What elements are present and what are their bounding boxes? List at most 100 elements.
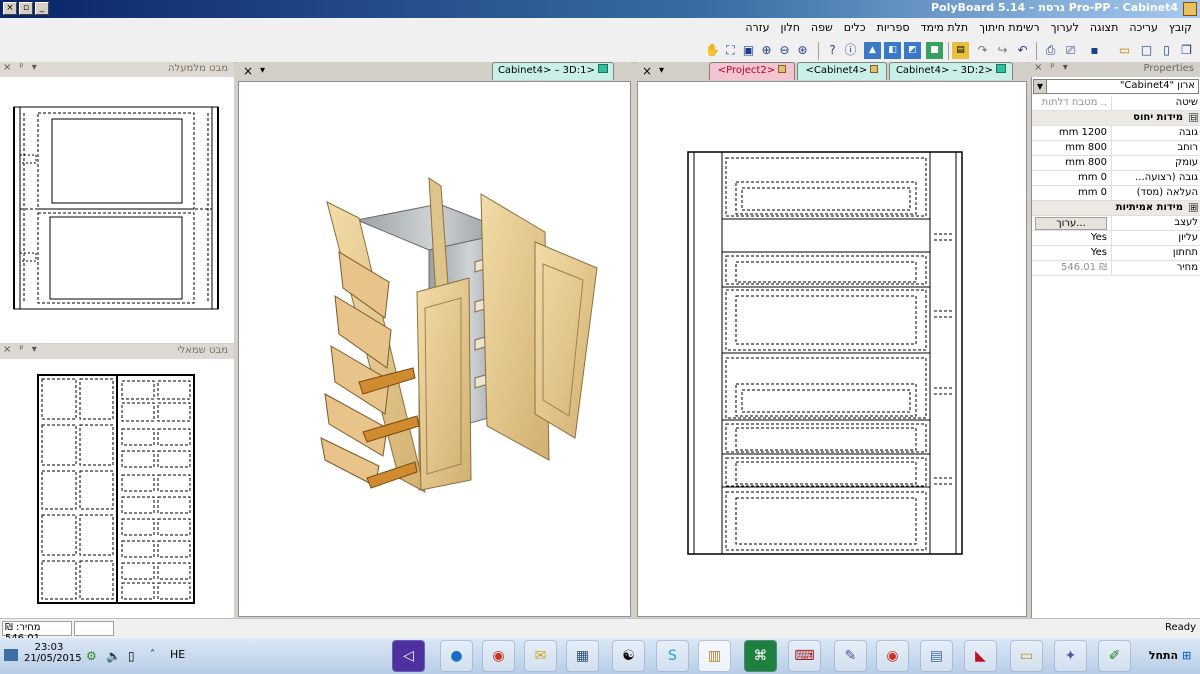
material-icon[interactable]: ▲ bbox=[864, 42, 881, 59]
new-icon[interactable]: □ bbox=[1138, 42, 1155, 59]
property-row[interactable]: גובה mm 1200 bbox=[1032, 126, 1200, 141]
property-value[interactable]: mm 800 bbox=[1035, 157, 1107, 168]
property-value[interactable]: mm 0 bbox=[1035, 187, 1107, 198]
red-app-icon[interactable]: ◣ bbox=[964, 640, 997, 672]
property-row[interactable]: העלאה (מסד) mm 0 bbox=[1032, 186, 1200, 201]
skype-icon[interactable]: S bbox=[656, 640, 689, 672]
show-desktop-icon[interactable] bbox=[4, 649, 18, 661]
new-page-icon[interactable]: ▯ bbox=[1158, 42, 1175, 59]
start-button[interactable]: התחל ⊞ bbox=[1142, 642, 1198, 670]
calculator-icon[interactable]: ▤ bbox=[920, 640, 953, 672]
tab-cabinet4[interactable]: <Cabinet4> bbox=[797, 62, 887, 80]
save-icon[interactable]: ▪ bbox=[1086, 42, 1103, 59]
polyboard-icon[interactable]: ▥ bbox=[698, 640, 731, 672]
volume-icon[interactable]: 🔈 bbox=[106, 649, 121, 663]
menu-cutting-list[interactable]: רשימת חיתוך bbox=[979, 21, 1039, 34]
redo-arrow-icon[interactable]: ↪ bbox=[994, 42, 1011, 59]
print-icon[interactable]: ⎚ bbox=[1062, 42, 1079, 59]
undo-icon[interactable]: ↶ bbox=[1014, 42, 1031, 59]
editor-icon[interactable]: ✐ bbox=[1098, 640, 1131, 672]
property-row[interactable]: רוחב mm 800 bbox=[1032, 141, 1200, 156]
chevron-down-icon[interactable]: ▼ bbox=[1034, 80, 1047, 93]
green-app-icon[interactable]: ⌘ bbox=[744, 640, 777, 672]
keyboard-icon[interactable]: ⌨ bbox=[788, 640, 821, 672]
left-view-canvas[interactable] bbox=[0, 359, 234, 618]
pen-tool-icon[interactable]: ✎ bbox=[834, 640, 867, 672]
chevron-down-icon[interactable]: ▾ bbox=[260, 65, 265, 76]
messenger-icon[interactable]: ● bbox=[440, 640, 473, 672]
language-indicator[interactable]: HE bbox=[170, 648, 185, 661]
info-icon[interactable]: ⓘ bbox=[842, 42, 859, 59]
expand-icon[interactable]: ⊞ bbox=[1189, 203, 1198, 212]
visual-studio-icon[interactable]: ◁ bbox=[392, 640, 425, 672]
top-view-canvas[interactable] bbox=[0, 77, 234, 343]
front-view-canvas[interactable] bbox=[637, 81, 1027, 617]
network-manager-icon[interactable]: ▦ bbox=[566, 640, 599, 672]
restore-window-button[interactable]: ▫ bbox=[19, 2, 33, 15]
property-value[interactable]: mm 1200 bbox=[1035, 127, 1107, 138]
chevron-down-icon[interactable]: ▾ bbox=[1063, 62, 1068, 73]
menu-3d[interactable]: תלת מימד bbox=[921, 21, 969, 34]
collapse-icon[interactable]: ⊟ bbox=[1189, 113, 1198, 122]
properties-icon[interactable]: ▤ bbox=[952, 42, 969, 59]
menu-language[interactable]: שפה bbox=[811, 21, 833, 34]
property-row[interactable]: גובה (רצועה... mm 0 bbox=[1032, 171, 1200, 186]
property-row[interactable]: תחתון Yes bbox=[1032, 246, 1200, 261]
zoom-out-icon[interactable]: ⊖ bbox=[776, 42, 793, 59]
zoom-in-icon[interactable]: ⊕ bbox=[758, 42, 775, 59]
3d-view-canvas[interactable] bbox=[238, 81, 631, 617]
view-3d-icon[interactable]: ◧ bbox=[884, 42, 901, 59]
yin-yang-icon[interactable]: ☯ bbox=[612, 640, 645, 672]
clock[interactable]: 23:03 21/05/2015 bbox=[24, 642, 82, 664]
minimize-window-button[interactable]: _ bbox=[35, 2, 49, 15]
menu-modify[interactable]: לערוך bbox=[1051, 21, 1079, 34]
property-row[interactable]: מחיר 546.01 ₪ bbox=[1032, 261, 1200, 276]
print-preview-icon[interactable]: ⎙ bbox=[1042, 42, 1059, 59]
open-icon[interactable]: ▭ bbox=[1116, 42, 1133, 59]
chevron-down-icon[interactable]: ▾ bbox=[659, 65, 664, 76]
close-icon[interactable]: × bbox=[3, 344, 11, 355]
pin-icon[interactable]: ᵖ bbox=[19, 344, 23, 355]
menu-edit[interactable]: עריכה bbox=[1129, 21, 1158, 34]
tab-3d-1[interactable]: Cabinet4> – 3D:1> bbox=[492, 62, 614, 80]
property-row[interactable]: עומק mm 800 bbox=[1032, 156, 1200, 171]
close-icon[interactable]: × bbox=[243, 64, 253, 78]
zoom-fit-icon[interactable]: ▣ bbox=[740, 42, 757, 59]
zoom-all-icon[interactable]: ⊛ bbox=[794, 42, 811, 59]
menu-tools[interactable]: כלים bbox=[844, 21, 866, 34]
pan-icon[interactable]: ✋ bbox=[704, 42, 721, 59]
mail-icon[interactable]: ✉ bbox=[524, 640, 557, 672]
close-window-button[interactable]: × bbox=[3, 2, 17, 15]
property-value[interactable]: mm 800 bbox=[1035, 142, 1107, 153]
close-icon[interactable]: × bbox=[1034, 62, 1042, 73]
property-row[interactable]: עליון Yes bbox=[1032, 231, 1200, 246]
chevron-down-icon[interactable]: ▾ bbox=[32, 62, 37, 73]
battery-icon[interactable]: ▯ bbox=[128, 649, 135, 663]
menu-libraries[interactable]: ספריות bbox=[877, 21, 910, 34]
explorer-icon[interactable]: ▭ bbox=[1010, 640, 1043, 672]
close-icon[interactable]: × bbox=[3, 62, 11, 73]
redo-icon[interactable]: ↷ bbox=[974, 42, 991, 59]
network-icon[interactable]: ⚙ bbox=[86, 649, 97, 663]
menu-window[interactable]: חלון bbox=[780, 21, 799, 34]
property-value[interactable]: mm 0 bbox=[1035, 172, 1107, 183]
pin-icon[interactable]: ᵖ bbox=[19, 62, 23, 73]
menu-view[interactable]: תצוגה bbox=[1090, 21, 1118, 34]
property-row[interactable]: לעצב ערוך... bbox=[1032, 216, 1200, 231]
object-selector[interactable]: ▼ ארון "Cabinet4" bbox=[1033, 79, 1199, 94]
box-icon[interactable]: ◩ bbox=[904, 42, 921, 59]
copy-icon[interactable]: ❐ bbox=[1178, 42, 1195, 59]
tab-project2[interactable]: <Project2> bbox=[709, 62, 795, 80]
chevron-down-icon[interactable]: ▾ bbox=[32, 344, 37, 355]
cube-icon[interactable]: ■ bbox=[926, 42, 943, 59]
paint-icon[interactable]: ✦ bbox=[1054, 640, 1087, 672]
help-icon[interactable]: ? bbox=[824, 42, 841, 59]
section-reference-dims[interactable]: ⊟ מידות יחוס bbox=[1032, 111, 1200, 126]
tray-chevron-icon[interactable]: ˄ bbox=[150, 649, 155, 660]
pin-icon[interactable]: ᵖ bbox=[1050, 62, 1054, 73]
close-icon[interactable]: × bbox=[642, 64, 652, 78]
property-row[interactable]: שיטה מטבח דלתות .. bbox=[1032, 96, 1200, 111]
property-value[interactable]: Yes bbox=[1035, 232, 1107, 243]
section-actual-dims[interactable]: ⊞ מידות אמיתיות bbox=[1032, 201, 1200, 216]
menu-help[interactable]: עזרה bbox=[745, 21, 769, 34]
